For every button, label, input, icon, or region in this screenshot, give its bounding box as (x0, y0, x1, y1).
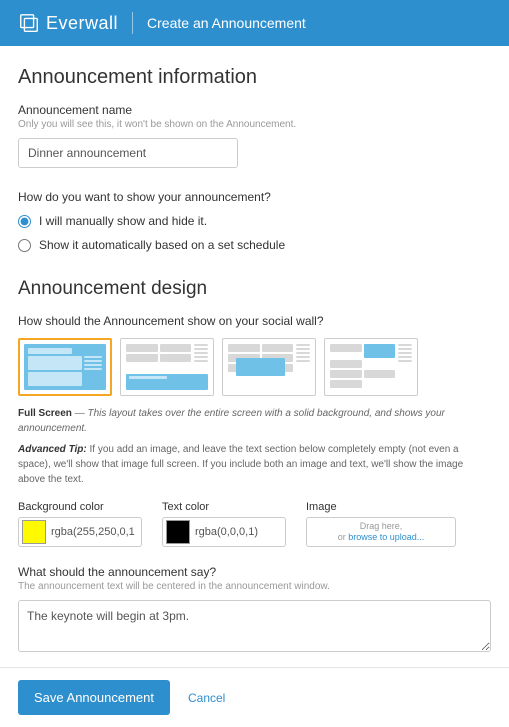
announcement-name-input[interactable] (18, 138, 238, 168)
show-radio-schedule[interactable] (18, 239, 31, 252)
text-color-label: Text color (162, 501, 286, 513)
header-divider (132, 12, 133, 34)
text-color-picker[interactable] (162, 517, 286, 547)
image-label: Image (306, 501, 456, 513)
layout-option-center-overlay[interactable] (222, 338, 316, 396)
layout-tip-label: Advanced Tip: (18, 444, 87, 455)
save-button[interactable]: Save Announcement (18, 680, 170, 715)
layout-option-lower-third[interactable] (120, 338, 214, 396)
show-option-schedule-label: Show it automatically based on a set sch… (39, 238, 285, 252)
show-option-schedule[interactable]: Show it automatically based on a set sch… (18, 238, 491, 252)
everwall-icon (18, 12, 40, 34)
image-upload-dropzone[interactable]: Drag here, or browse to upload... (306, 517, 456, 547)
say-label: What should the announcement say? (18, 565, 491, 579)
text-color-swatch[interactable] (166, 520, 190, 544)
bg-color-input[interactable] (49, 526, 141, 538)
browse-link[interactable]: browse to upload... (348, 532, 424, 542)
bg-color-label: Background color (18, 501, 142, 513)
name-label: Announcement name (18, 103, 491, 117)
brand-name: Everwall (46, 13, 118, 34)
show-question: How do you want to show your announcemen… (18, 190, 491, 204)
section-heading-design: Announcement design (18, 278, 491, 300)
footer: Save Announcement Cancel (0, 667, 509, 727)
page-title: Create an Announcement (147, 15, 306, 31)
show-option-manual-label: I will manually show and hide it. (39, 214, 207, 228)
section-heading-info: Announcement information (18, 66, 491, 89)
show-radio-manual[interactable] (18, 215, 31, 228)
cancel-link[interactable]: Cancel (188, 691, 225, 705)
show-option-manual[interactable]: I will manually show and hide it. (18, 214, 491, 228)
brand-logo: Everwall (18, 12, 118, 34)
upload-hint-line1: Drag here, (360, 521, 403, 532)
layout-option-side-takeover[interactable] (324, 338, 418, 396)
layout-caption-label: Full Screen (18, 408, 72, 419)
say-hint: The announcement text will be centered i… (18, 581, 491, 592)
layout-caption: Full Screen — This layout takes over the… (18, 406, 491, 436)
text-color-input[interactable] (193, 526, 285, 538)
bg-color-swatch[interactable] (22, 520, 46, 544)
upload-hint-line2: or browse to upload... (338, 532, 425, 543)
name-hint: Only you will see this, it won't be show… (18, 119, 491, 130)
layout-options (18, 338, 491, 396)
bg-color-picker[interactable] (18, 517, 142, 547)
layout-option-fullscreen[interactable] (18, 338, 112, 396)
app-header: Everwall Create an Announcement (0, 0, 509, 46)
layout-question: How should the Announcement show on your… (18, 314, 491, 328)
layout-tip: Advanced Tip: If you add an image, and l… (18, 442, 491, 487)
announcement-text-input[interactable] (18, 600, 491, 652)
